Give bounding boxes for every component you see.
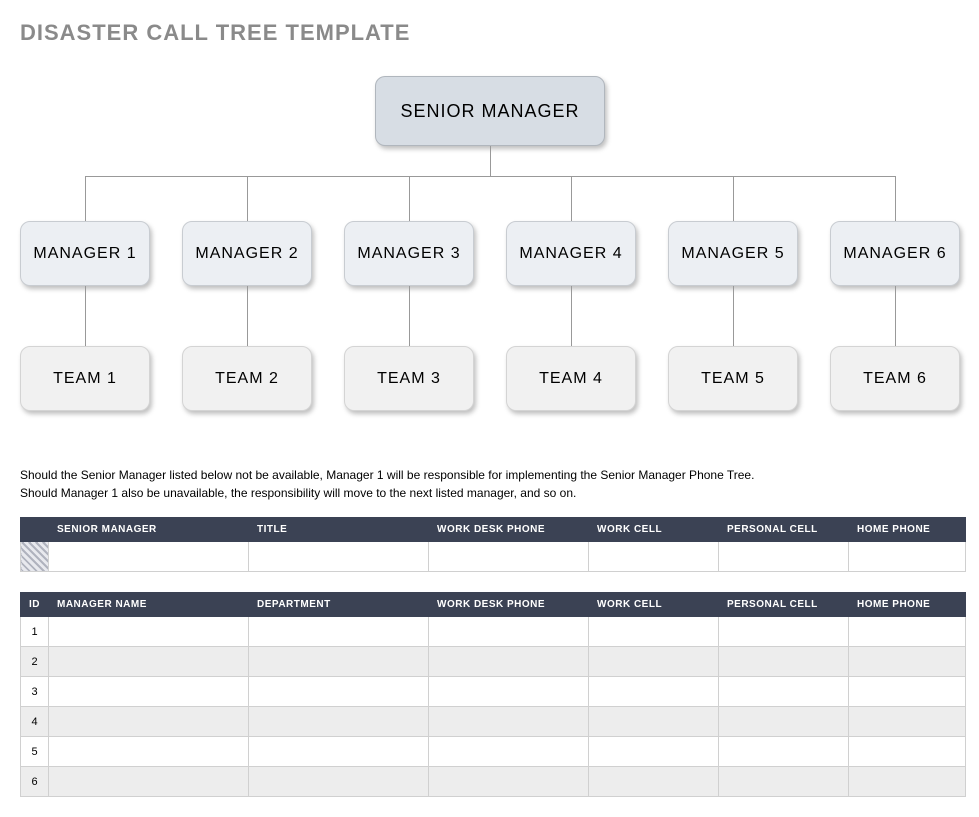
- page-title: DISASTER CALL TREE TEMPLATE: [20, 20, 959, 46]
- node-manager-1: MANAGER 1: [20, 221, 150, 286]
- cell-home[interactable]: [849, 737, 966, 767]
- cell-id: 3: [21, 677, 49, 707]
- cell-senior-pcell[interactable]: [719, 542, 849, 572]
- cell-name[interactable]: [49, 677, 249, 707]
- node-manager-5: MANAGER 5: [668, 221, 798, 286]
- cell-wcell[interactable]: [589, 707, 719, 737]
- cell-id: 2: [21, 647, 49, 677]
- table-header-row: ID MANAGER NAME DEPARTMENT WORK DESK PHO…: [21, 593, 966, 617]
- cell-id: 5: [21, 737, 49, 767]
- cell-dept[interactable]: [249, 707, 429, 737]
- cell-id: 4: [21, 707, 49, 737]
- cell-name[interactable]: [49, 647, 249, 677]
- cell-wcell[interactable]: [589, 617, 719, 647]
- header-personal-cell: PERSONAL CELL: [719, 593, 849, 617]
- cell-pcell[interactable]: [719, 677, 849, 707]
- table-row: 6: [21, 767, 966, 797]
- instructions-line-2: Should Manager 1 also be unavailable, th…: [20, 484, 959, 502]
- node-team-6: TEAM 6: [830, 346, 960, 411]
- table-row: 1: [21, 617, 966, 647]
- node-manager-2: MANAGER 2: [182, 221, 312, 286]
- node-manager-4: MANAGER 4: [506, 221, 636, 286]
- cell-pcell[interactable]: [719, 707, 849, 737]
- cell-name[interactable]: [49, 767, 249, 797]
- node-team-5: TEAM 5: [668, 346, 798, 411]
- node-team-2: TEAM 2: [182, 346, 312, 411]
- cell-desk[interactable]: [429, 617, 589, 647]
- cell-senior-wcell[interactable]: [589, 542, 719, 572]
- cell-id: 1: [21, 617, 49, 647]
- table-row: [21, 542, 966, 572]
- cell-wcell[interactable]: [589, 647, 719, 677]
- header-work-cell: WORK CELL: [589, 593, 719, 617]
- hatch-cell: [21, 542, 49, 572]
- header-id: ID: [21, 593, 49, 617]
- cell-pcell[interactable]: [719, 647, 849, 677]
- cell-home[interactable]: [849, 767, 966, 797]
- table-row: 2: [21, 647, 966, 677]
- cell-home[interactable]: [849, 647, 966, 677]
- header-department: DEPARTMENT: [249, 593, 429, 617]
- header-senior-manager: SENIOR MANAGER: [49, 518, 249, 542]
- cell-name[interactable]: [49, 707, 249, 737]
- cell-senior-home[interactable]: [849, 542, 966, 572]
- instructions-text: Should the Senior Manager listed below n…: [20, 466, 959, 502]
- node-team-3: TEAM 3: [344, 346, 474, 411]
- cell-name[interactable]: [49, 617, 249, 647]
- cell-dept[interactable]: [249, 617, 429, 647]
- header-personal-cell: PERSONAL CELL: [719, 518, 849, 542]
- header-title: TITLE: [249, 518, 429, 542]
- instructions-line-1: Should the Senior Manager listed below n…: [20, 466, 959, 484]
- cell-wcell[interactable]: [589, 677, 719, 707]
- cell-home[interactable]: [849, 677, 966, 707]
- cell-pcell[interactable]: [719, 617, 849, 647]
- cell-pcell[interactable]: [719, 737, 849, 767]
- node-team-4: TEAM 4: [506, 346, 636, 411]
- header-work-cell: WORK CELL: [589, 518, 719, 542]
- cell-dept[interactable]: [249, 647, 429, 677]
- managers-table: ID MANAGER NAME DEPARTMENT WORK DESK PHO…: [20, 592, 966, 797]
- table-header-row: SENIOR MANAGER TITLE WORK DESK PHONE WOR…: [21, 518, 966, 542]
- node-team-1: TEAM 1: [20, 346, 150, 411]
- call-tree-diagram: SENIOR MANAGER MANAGER 1 MANAGER 2 MANAG…: [20, 76, 960, 426]
- node-senior-manager: SENIOR MANAGER: [375, 76, 605, 146]
- cell-desk[interactable]: [429, 737, 589, 767]
- cell-wcell[interactable]: [589, 767, 719, 797]
- cell-senior-title[interactable]: [249, 542, 429, 572]
- cell-dept[interactable]: [249, 767, 429, 797]
- header-manager-name: MANAGER NAME: [49, 593, 249, 617]
- table-row: 3: [21, 677, 966, 707]
- header-home-phone: HOME PHONE: [849, 518, 966, 542]
- cell-dept[interactable]: [249, 677, 429, 707]
- cell-senior-desk[interactable]: [429, 542, 589, 572]
- header-work-desk: WORK DESK PHONE: [429, 593, 589, 617]
- cell-senior-name[interactable]: [49, 542, 249, 572]
- cell-pcell[interactable]: [719, 767, 849, 797]
- cell-id: 6: [21, 767, 49, 797]
- cell-desk[interactable]: [429, 707, 589, 737]
- node-manager-3: MANAGER 3: [344, 221, 474, 286]
- cell-dept[interactable]: [249, 737, 429, 767]
- cell-name[interactable]: [49, 737, 249, 767]
- senior-manager-table: SENIOR MANAGER TITLE WORK DESK PHONE WOR…: [20, 517, 966, 572]
- cell-wcell[interactable]: [589, 737, 719, 767]
- header-home-phone: HOME PHONE: [849, 593, 966, 617]
- table-row: 4: [21, 707, 966, 737]
- header-work-desk: WORK DESK PHONE: [429, 518, 589, 542]
- cell-desk[interactable]: [429, 677, 589, 707]
- cell-home[interactable]: [849, 707, 966, 737]
- cell-desk[interactable]: [429, 647, 589, 677]
- cell-home[interactable]: [849, 617, 966, 647]
- cell-desk[interactable]: [429, 767, 589, 797]
- table-row: 5: [21, 737, 966, 767]
- node-manager-6: MANAGER 6: [830, 221, 960, 286]
- header-blank: [21, 518, 49, 542]
